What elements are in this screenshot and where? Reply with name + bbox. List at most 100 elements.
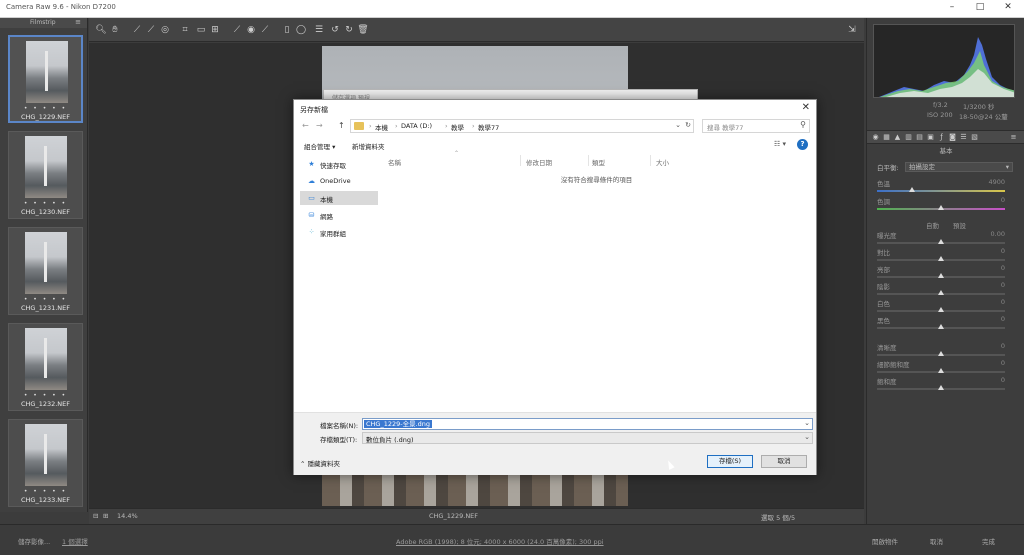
- close-dialog-button[interactable]: ✕: [802, 102, 810, 113]
- nav-item-onedrive[interactable]: ☁ OneDrive: [300, 174, 378, 188]
- slider-track[interactable]: [877, 190, 1005, 192]
- slider-value[interactable]: 0: [1001, 298, 1005, 306]
- split-toning-tab-icon[interactable]: ▤: [915, 133, 924, 142]
- column-separator[interactable]: [650, 155, 651, 166]
- slider-knob[interactable]: [909, 187, 915, 192]
- slider-temperature[interactable]: 色溫 4900: [877, 178, 1005, 198]
- search-input[interactable]: 搜尋 教學77 ⚲: [702, 119, 810, 133]
- nav-item-network[interactable]: ⛁ 網路: [300, 208, 378, 222]
- up-arrow-icon[interactable]: ↑: [338, 121, 345, 130]
- white-balance-select[interactable]: 拍攝設定 ▾: [905, 162, 1013, 172]
- auto-link[interactable]: 自動: [926, 222, 939, 230]
- slider-knob[interactable]: [938, 351, 944, 356]
- save-button[interactable]: 存檔(S): [707, 455, 753, 468]
- color-sampler-tool-icon[interactable]: ⟋: [145, 24, 157, 36]
- zoom-out-icon[interactable]: ⊟: [93, 512, 98, 520]
- view-options-icon[interactable]: ☷ ▾: [774, 140, 786, 148]
- slider-knob[interactable]: [938, 368, 944, 373]
- slider-knob[interactable]: [938, 307, 944, 312]
- column-name[interactable]: 名稱: [388, 157, 401, 167]
- cancel-button[interactable]: 取消: [930, 536, 943, 546]
- slider-value[interactable]: 0: [1001, 342, 1005, 350]
- dialog-cancel-button[interactable]: 取消: [761, 455, 807, 468]
- slider-value[interactable]: 0: [1001, 376, 1005, 384]
- filmstrip-thumbnail[interactable]: • • • • • CHG_1231.NEF: [8, 227, 83, 315]
- red-eye-tool-icon[interactable]: ◉: [245, 24, 257, 36]
- column-date[interactable]: 修改日期: [526, 157, 552, 167]
- zoom-in-icon[interactable]: ⊞: [103, 512, 108, 520]
- filmstrip-thumbnail[interactable]: • • • • • CHG_1232.NEF: [8, 323, 83, 411]
- filmstrip-thumbnail[interactable]: • • • • • CHG_1230.NEF: [8, 131, 83, 219]
- filename-input[interactable]: CHG_1229-全景.dng ⌄: [362, 418, 813, 430]
- spot-removal-tool-icon[interactable]: ⟋: [231, 24, 243, 36]
- search-icon[interactable]: ⚲: [800, 120, 806, 129]
- hide-folders-toggle[interactable]: ⌃ 隱藏資料夾: [300, 458, 340, 468]
- slider-knob[interactable]: [938, 256, 944, 261]
- maximize-button[interactable]: □: [970, 2, 990, 12]
- slider-knob[interactable]: [938, 290, 944, 295]
- rating-stars[interactable]: • • • • •: [9, 392, 82, 399]
- filmstrip-thumbnail[interactable]: • • • • • CHG_1233.NEF: [8, 419, 83, 507]
- slider-value[interactable]: 0: [1001, 264, 1005, 272]
- slider-value[interactable]: 0: [1001, 359, 1005, 367]
- camera-calibration-tab-icon[interactable]: ◙: [948, 133, 957, 142]
- default-link[interactable]: 預設: [953, 222, 966, 230]
- forward-arrow-icon[interactable]: →: [316, 121, 323, 130]
- slider-value[interactable]: 4900: [988, 178, 1005, 186]
- done-button[interactable]: 完成: [982, 536, 995, 546]
- new-folder-button[interactable]: 新增資料夾: [352, 141, 385, 151]
- snapshots-tab-icon[interactable]: ▧: [970, 133, 979, 142]
- targeted-adjustment-tool-icon[interactable]: ◎: [159, 24, 171, 36]
- slider-blacks[interactable]: 黑色 0: [877, 315, 1005, 335]
- radial-filter-icon[interactable]: ◯: [295, 24, 307, 36]
- breadcrumb-item[interactable]: 本機: [375, 122, 388, 132]
- chevron-down-icon[interactable]: ⌄: [675, 121, 681, 129]
- white-balance-tool-icon[interactable]: ⟋: [131, 24, 143, 36]
- back-arrow-icon[interactable]: ←: [302, 121, 309, 130]
- slider-knob[interactable]: [938, 205, 944, 210]
- rating-stars[interactable]: • • • • •: [9, 488, 82, 495]
- detail-tab-icon[interactable]: ▲: [893, 133, 902, 142]
- workflow-options-link[interactable]: Adobe RGB (1998); 8 位元; 4000 x 6000 (24.…: [396, 536, 604, 546]
- effects-tab-icon[interactable]: ƒ: [937, 133, 946, 142]
- open-object-button[interactable]: 開啟物件: [872, 536, 898, 546]
- rating-stars[interactable]: • • • • •: [9, 200, 82, 207]
- breadcrumb-item[interactable]: 教學: [451, 122, 464, 132]
- save-image-button[interactable]: 儲存影像...: [18, 536, 50, 546]
- filmstrip-thumbnail[interactable]: • • • • • CHG_1229.NEF: [8, 35, 83, 123]
- slider-saturation[interactable]: 飽和度 0: [877, 376, 1005, 396]
- column-separator[interactable]: [588, 155, 589, 166]
- slider-value[interactable]: 0: [1001, 196, 1005, 204]
- help-icon[interactable]: ?: [797, 139, 808, 150]
- hsl-tab-icon[interactable]: ▥: [904, 133, 913, 142]
- straighten-tool-icon[interactable]: ▭: [195, 24, 207, 36]
- slider-value[interactable]: 0.00: [991, 230, 1005, 238]
- slider-knob[interactable]: [938, 385, 944, 390]
- slider-knob[interactable]: [938, 273, 944, 278]
- chevron-down-icon[interactable]: ⌄: [804, 419, 810, 427]
- slider-knob[interactable]: [938, 324, 944, 329]
- zoom-level[interactable]: 14.4%: [117, 512, 138, 520]
- zoom-tool-icon[interactable]: 🔍︎: [95, 24, 107, 36]
- rotate-left-icon[interactable]: ↺: [329, 24, 341, 36]
- breadcrumb-item[interactable]: DATA (D:): [401, 122, 432, 130]
- column-separator[interactable]: [520, 155, 521, 166]
- breadcrumb-item[interactable]: 教學77: [478, 122, 499, 132]
- fullscreen-icon[interactable]: ⇲: [846, 24, 858, 36]
- slider-knob[interactable]: [938, 239, 944, 244]
- slider-value[interactable]: 0: [1001, 247, 1005, 255]
- graduated-filter-icon[interactable]: ▯: [281, 24, 293, 36]
- nav-item-this-pc[interactable]: ▭ 本機: [300, 191, 378, 205]
- hand-tool-icon[interactable]: ✋︎: [109, 24, 121, 36]
- lens-tab-icon[interactable]: ▣: [926, 133, 935, 142]
- nav-item-homegroup[interactable]: ⁘ 家用群組: [300, 225, 378, 239]
- panel-menu-icon[interactable]: ≡: [1009, 133, 1018, 142]
- column-size[interactable]: 大小: [656, 157, 669, 167]
- basic-tab-icon[interactable]: ◉: [871, 133, 880, 142]
- filetype-select[interactable]: 數位負片 (.dng) ⌄: [362, 432, 813, 444]
- rotate-right-icon[interactable]: ↻: [343, 24, 355, 36]
- slider-value[interactable]: 0: [1001, 315, 1005, 323]
- chevron-down-icon[interactable]: ⌄: [804, 433, 810, 441]
- column-type[interactable]: 類型: [592, 157, 605, 167]
- nav-item-quick-access[interactable]: ★ 快速存取: [300, 157, 378, 171]
